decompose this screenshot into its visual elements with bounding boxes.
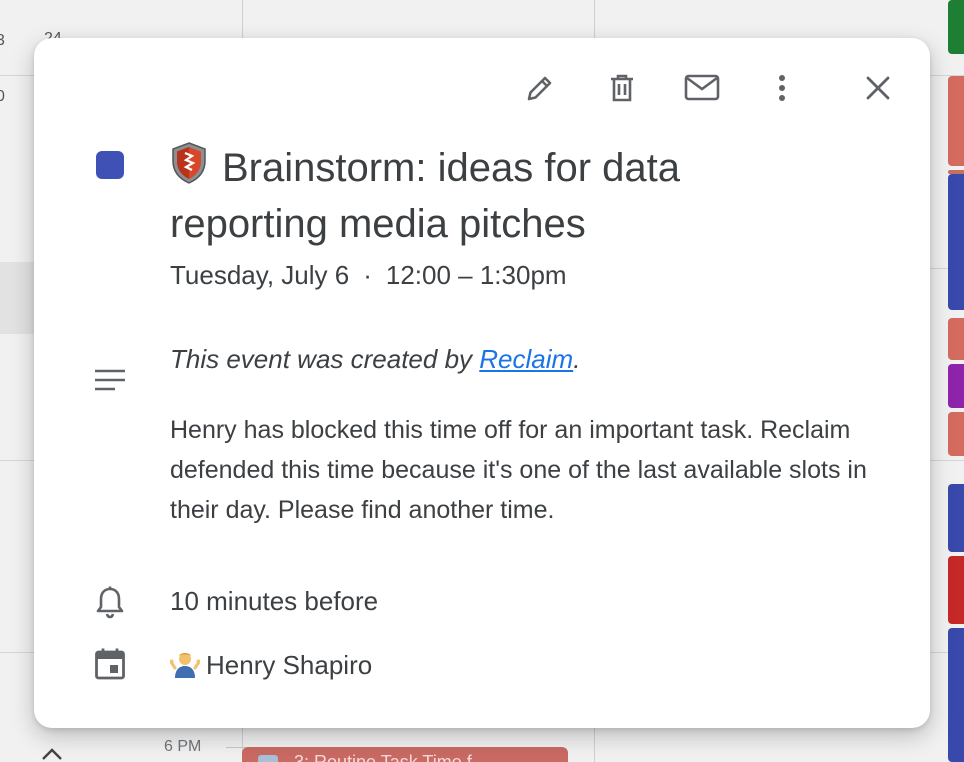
calendar-event-strip[interactable] [948,412,964,456]
chevron-up-icon[interactable] [40,742,64,762]
calendar-event-strip[interactable] [948,0,964,54]
calendar-owner: Henry Shapiro [170,650,372,681]
event-title-text: Brainstorm: ideas for data reporting med… [170,146,680,246]
calendar-event-strip[interactable] [948,556,964,624]
pencil-icon [527,76,552,101]
event-datetime: Tuesday, July 6 · 12:00 – 1:30pm [170,260,567,291]
event-chip-title: 3: Routine Task Time f [294,752,472,762]
trash-icon [611,74,633,102]
reminder-text: 10 minutes before [170,586,379,616]
email-guests-button[interactable] [682,68,722,108]
separator-dot: · [363,260,372,290]
calendar-event-strip[interactable] [948,364,964,408]
calendar-event-strip[interactable] [948,318,964,360]
event-description: Henry has blocked this time off for an i… [170,416,867,524]
created-by-note: This event was created by Reclaim. [170,344,580,375]
shield-icon [172,142,206,184]
edit-event-button[interactable] [520,68,560,108]
date-label: 3 [0,32,5,49]
description-icon-wrap [92,362,128,398]
event-date: Tuesday, July 6 [170,260,350,290]
event-color-chip [96,151,124,179]
notes-icon [95,369,125,391]
calendar-owner-name: Henry Shapiro [206,650,373,680]
event-details-popup: Brainstorm: ideas for data reporting med… [34,38,930,728]
reminder-icon-wrap [92,584,128,620]
calendar-icon [95,648,125,680]
delete-event-button[interactable] [602,68,642,108]
person-shrugging-icon [170,653,200,678]
calendar-event-strip[interactable] [948,174,964,310]
calendar-event-strip[interactable] [948,76,964,166]
close-popup-button[interactable] [858,68,898,108]
time-label: 6 PM [164,738,202,755]
calendar-event-chip[interactable]: 3: Routine Task Time f [242,747,568,762]
reclaim-link[interactable]: Reclaim [479,344,573,374]
selected-cell [0,262,34,334]
event-time: 12:00 – 1:30pm [385,260,567,290]
more-vert-icon [779,75,785,101]
more-options-button[interactable] [762,68,802,108]
close-icon [866,76,890,100]
mail-icon [684,74,720,101]
calendar-icon-wrap [92,646,128,682]
calendar-event-strip[interactable] [948,628,964,762]
date-label: 0 [0,88,5,105]
event-title: Brainstorm: ideas for data reporting med… [170,140,810,252]
task-checkbox-icon [258,755,278,762]
calendar-event-strip[interactable] [948,484,964,552]
bell-icon [96,586,124,619]
created-by-suffix: . [573,344,581,374]
created-by-prefix: This event was created by [170,344,480,374]
